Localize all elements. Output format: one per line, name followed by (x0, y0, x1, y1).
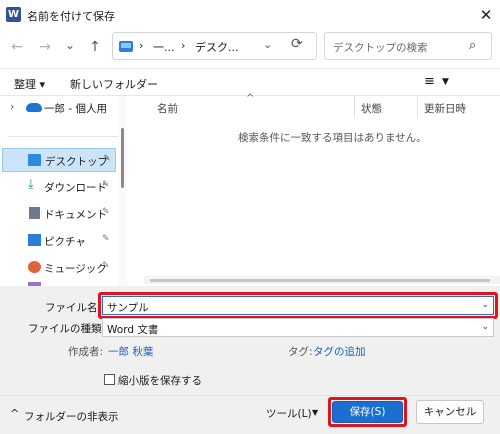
pin-icon: ✎ (102, 234, 110, 244)
address-segment-user[interactable]: 一... (153, 39, 175, 55)
expand-chevron-icon[interactable]: › (10, 100, 14, 113)
empty-message: 検索条件に一致する項目はありません。 (238, 132, 427, 144)
sidebar-item-downloads[interactable]: ⤓ ダウンロード ✎ (0, 175, 116, 199)
divider (8, 136, 118, 137)
save-button[interactable]: 保存(S) (332, 401, 403, 423)
sidebar-item-label: ミュージック (44, 263, 107, 275)
folder-icon (119, 41, 133, 52)
document-icon (29, 207, 40, 219)
sidebar-scrollbar[interactable] (118, 96, 127, 286)
sidebar-item-onedrive[interactable]: › 一郎 - 個人用 (0, 96, 116, 120)
filename-value: サンプル (107, 302, 149, 314)
column-separator[interactable] (354, 96, 355, 118)
column-header-name[interactable]: 名前 (157, 101, 178, 116)
divider (0, 395, 500, 396)
navigation-pane: › 一郎 - 個人用 デスクトップ ✎ ⤓ ダウンロード ✎ ドキュメント ✎ … (0, 96, 127, 286)
desktop-icon (28, 154, 41, 166)
pin-icon: ✎ (102, 207, 110, 217)
search-placeholder: デスクトップの検索 (333, 42, 428, 54)
word-app-icon: W (6, 7, 21, 22)
author-value[interactable]: 一郎 秋葉 (108, 344, 153, 359)
author-label: 作成者: (68, 346, 104, 358)
sidebar-item-desktop[interactable]: デスクトップ ✎ (2, 148, 116, 172)
file-list-scrollbar-thumb[interactable] (150, 279, 490, 282)
cancel-button[interactable]: キャンセル (416, 400, 484, 424)
hide-folders-button[interactable]: フォルダーの非表示 (24, 409, 119, 424)
address-bar[interactable]: › 一... › デスク... ⌄ ⟳ (112, 32, 317, 60)
pin-icon: ✎ (102, 180, 110, 190)
sidebar-item-label: 一郎 - 個人用 (44, 103, 107, 115)
address-history-chevron-icon[interactable]: ⌄ (263, 38, 272, 51)
tags-value[interactable]: タグの追加 (313, 344, 366, 359)
sidebar-scrollbar-thumb[interactable] (121, 128, 124, 188)
picture-icon (28, 234, 41, 246)
refresh-icon[interactable]: ⟳ (291, 36, 303, 52)
sidebar-item-documents[interactable]: ドキュメント ✎ (0, 202, 116, 226)
view-options-chevron-icon[interactable]: ▼ (442, 77, 449, 87)
cloud-icon (26, 103, 42, 112)
address-separator: › (181, 39, 186, 52)
hide-folders-caret-icon[interactable]: ^ (10, 407, 19, 420)
sort-caret-icon: ^ (246, 93, 255, 104)
save-thumbnail-label[interactable]: 縮小版を保存する (118, 373, 202, 388)
column-separator[interactable] (417, 96, 418, 118)
filetype-select[interactable]: Word 文書 ⌄ (102, 318, 494, 337)
column-header-status[interactable]: 状態 (361, 101, 382, 116)
back-button[interactable]: ← (8, 38, 26, 56)
search-icon: ⌕ (469, 38, 477, 53)
divider (0, 68, 500, 69)
pin-icon: ✎ (102, 261, 110, 271)
forward-button[interactable]: → (36, 38, 54, 56)
title-bar: W 名前を付けて保存 ✕ (0, 0, 500, 30)
sidebar-item-label: ピクチャ (44, 236, 86, 248)
view-options-icon[interactable]: ≡ (424, 74, 435, 89)
pin-icon: ✎ (103, 154, 111, 164)
up-button[interactable]: ↑ (86, 38, 104, 56)
tools-button[interactable]: ツール(L) (266, 406, 312, 421)
window-title: 名前を付けて保存 (27, 10, 115, 23)
recent-locations-button[interactable]: ⌄ (61, 36, 79, 54)
search-input[interactable]: デスクトップの検索 ⌕ (324, 32, 492, 60)
sidebar-item-music[interactable]: ミュージック ✎ (0, 256, 116, 280)
download-icon: ⤓ (28, 177, 34, 192)
save-thumbnail-checkbox[interactable] (104, 374, 115, 385)
tools-dropdown-icon[interactable]: ▼ (312, 408, 318, 417)
music-icon (28, 261, 41, 273)
sidebar-item-pictures[interactable]: ピクチャ ✎ (0, 229, 116, 253)
organize-button[interactable]: 整理 ▾ (14, 76, 45, 92)
filename-input[interactable]: サンプル ⌄ (102, 296, 494, 315)
new-folder-button[interactable]: 新しいフォルダー (70, 76, 158, 92)
address-separator: › (139, 39, 144, 52)
filetype-dropdown-icon[interactable]: ⌄ (481, 322, 489, 332)
sidebar-item-label: ドキュメント (44, 209, 107, 221)
sidebar-item-label: デスクトップ (45, 156, 108, 168)
address-segment-desktop[interactable]: デスク... (195, 39, 239, 55)
close-icon[interactable]: ✕ (476, 5, 496, 25)
filename-dropdown-icon[interactable]: ⌄ (481, 300, 489, 310)
sidebar-item-label: ダウンロード (44, 182, 107, 194)
column-header-modified[interactable]: 更新日時 (424, 101, 466, 116)
tags-label: タグ: (288, 346, 313, 358)
filetype-value: Word 文書 (107, 324, 159, 336)
